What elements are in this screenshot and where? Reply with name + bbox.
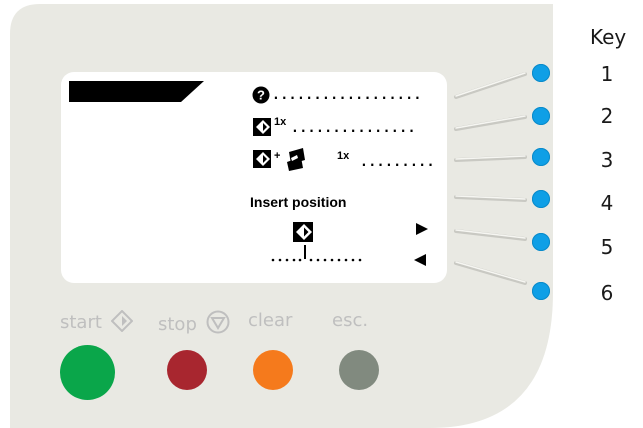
softkey-3[interactable] <box>532 148 550 166</box>
stop-icon <box>206 310 230 334</box>
softkey-1[interactable] <box>532 64 550 82</box>
key-legend-title: Key <box>590 25 627 49</box>
esc-button[interactable] <box>339 350 379 390</box>
key-number-3: 3 <box>600 148 614 172</box>
dot-leader-2: ............... <box>291 121 416 136</box>
position-scale <box>271 245 362 262</box>
original-page-icon <box>253 118 271 136</box>
clear-label: clear <box>248 310 293 331</box>
start-label: start <box>60 310 133 333</box>
key-number-5: 5 <box>600 235 614 259</box>
start-icon <box>110 310 133 332</box>
insert-position-label: Insert position <box>250 194 347 210</box>
stop-label: stop <box>158 310 230 335</box>
original-page-icon <box>293 222 313 242</box>
svg-text:?: ? <box>257 88 265 103</box>
arrow-left-icon <box>414 254 426 266</box>
stop-label-text: stop <box>158 314 197 335</box>
softkey-2[interactable] <box>532 107 550 125</box>
arrow-right-icon <box>416 223 428 235</box>
help-icon: ? <box>252 86 270 104</box>
softkey-5[interactable] <box>532 233 550 251</box>
multiplier-label-2: 1x <box>337 150 350 162</box>
softkey-6[interactable] <box>532 282 550 300</box>
dot-leader-3: ......... <box>360 155 435 170</box>
key-number-6: 6 <box>600 281 614 305</box>
start-button[interactable] <box>60 345 115 400</box>
key-number-4: 4 <box>600 191 614 215</box>
softkey-4[interactable] <box>532 190 550 208</box>
key-number-2: 2 <box>600 104 614 128</box>
stop-button[interactable] <box>167 350 207 390</box>
dot-leader-1: .................. <box>272 88 422 103</box>
insert-sheet-icon <box>287 148 305 171</box>
title-bar-graphic <box>69 81 204 102</box>
start-label-text: start <box>60 312 102 333</box>
key-number-1: 1 <box>600 62 614 86</box>
plus-sign: + <box>274 150 281 162</box>
esc-label: esc. <box>332 310 369 331</box>
original-page-icon <box>253 150 271 168</box>
multiplier-label-1: 1x <box>274 116 287 128</box>
clear-button[interactable] <box>253 350 293 390</box>
